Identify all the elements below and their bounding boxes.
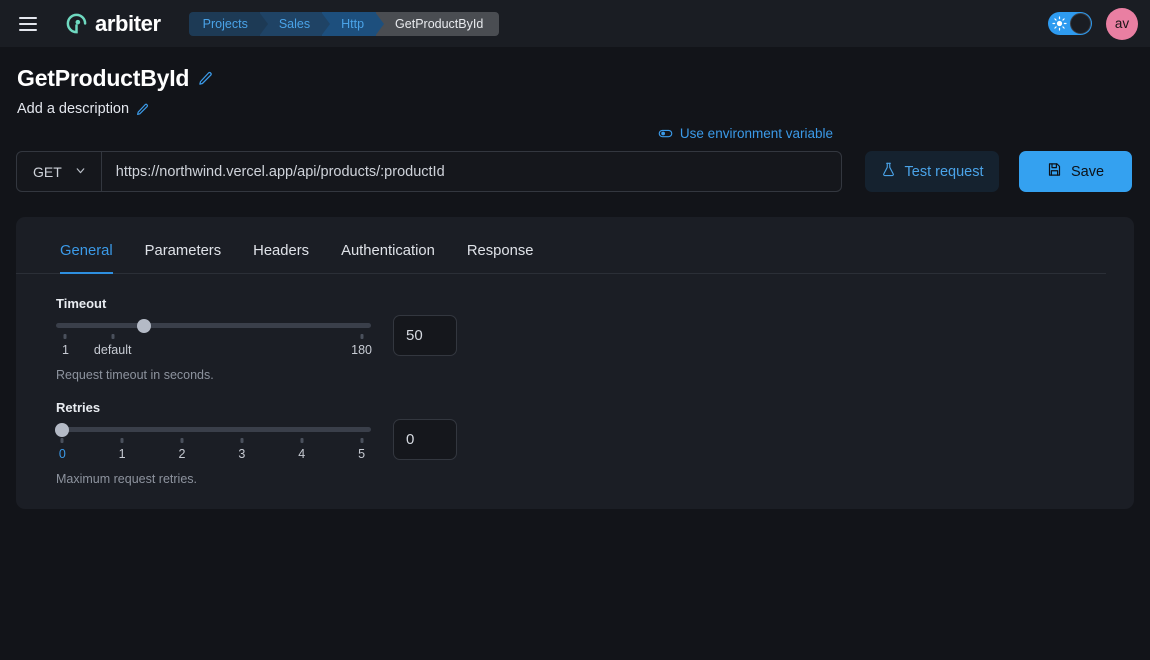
floppy-disk-icon [1047, 162, 1062, 181]
url-input-group: GET [16, 151, 842, 192]
edit-description-pencil-icon[interactable] [136, 103, 149, 116]
retries-tick-mark [360, 438, 364, 443]
tab-parameters[interactable]: Parameters [145, 217, 221, 274]
edit-title-pencil-icon[interactable] [198, 71, 213, 86]
timeout-tick-mark [63, 334, 67, 339]
request-url-row: GET Test request Save [0, 151, 1150, 192]
retries-tick-5: 5 [358, 447, 366, 461]
description-placeholder[interactable]: Add a description [17, 101, 129, 117]
theme-toggle-switch[interactable] [1048, 12, 1092, 35]
timeout-slider-thumb[interactable] [137, 318, 152, 333]
settings-tabs: General Parameters Headers Authenticatio… [16, 217, 1106, 274]
timeout-label: Timeout [56, 296, 107, 311]
hamburger-line [19, 16, 37, 19]
retries-tick-mark [180, 438, 184, 443]
arbiter-logo-icon [66, 13, 87, 34]
http-method-value: GET [33, 163, 62, 180]
test-request-button[interactable]: Test request [865, 151, 999, 192]
page-title: GetProductById [17, 65, 190, 91]
breadcrumb: Projects Sales Http GetProductById [188, 11, 500, 36]
breadcrumb-item-current: GetProductById [376, 11, 500, 36]
retries-tick-mark [240, 438, 244, 443]
retries-tick-2: 2 [178, 447, 186, 461]
retries-value-input[interactable] [393, 419, 457, 460]
retries-slider-thumb[interactable] [55, 422, 70, 437]
request-url-input[interactable] [101, 152, 841, 191]
timeout-tick-min: 1 [61, 343, 69, 357]
retries-label: Retries [56, 400, 101, 415]
use-environment-variable-button[interactable]: Use environment variable [658, 126, 1129, 141]
timeout-tick-labels: 1 default 180 [56, 343, 372, 359]
chevron-down-icon [74, 164, 87, 180]
timeout-section: Timeout 1 default 180 Request timeout in… [16, 274, 1134, 382]
save-button[interactable]: Save [1019, 151, 1132, 192]
retries-helper-text: Maximum request retries. [56, 472, 198, 486]
retries-tick-mark [120, 438, 124, 443]
title-row: GetProductById [17, 65, 1150, 92]
breadcrumb-item-sales[interactable]: Sales [259, 11, 331, 36]
tab-general[interactable]: General [60, 217, 113, 274]
top-header-bar: arbiter Projects Sales Http GetProductBy… [0, 0, 1150, 47]
retries-section: Retries 0 1 2 3 4 5 Maximum request retr… [16, 382, 1134, 486]
timeout-tick-mark [360, 334, 364, 339]
flask-icon [881, 162, 896, 181]
hamburger-line [19, 22, 37, 25]
brand-logo[interactable]: arbiter [65, 11, 161, 37]
retries-tick-labels: 0 1 2 3 4 5 [56, 447, 371, 463]
retries-slider[interactable]: 0 1 2 3 4 5 [55, 422, 371, 463]
description-row: Add a description [17, 101, 1150, 117]
user-avatar[interactable]: av [1106, 7, 1138, 40]
timeout-tick-default: default [93, 343, 132, 357]
retries-tick-3: 3 [238, 447, 246, 461]
retries-tick-mark [60, 438, 64, 443]
http-method-select[interactable]: GET [17, 152, 102, 191]
timeout-control-row: 1 default 180 Request timeout in seconds… [56, 315, 1134, 382]
retries-tick-0: 0 [58, 447, 66, 461]
retries-tick-mark [300, 438, 304, 443]
breadcrumb-item-http[interactable]: Http [322, 11, 384, 36]
timeout-value-input[interactable] [393, 315, 457, 356]
timeout-helper-text: Request timeout in seconds. [56, 368, 214, 382]
tab-headers[interactable]: Headers [253, 217, 309, 274]
hamburger-line [19, 28, 37, 31]
retries-tick-4: 4 [298, 447, 306, 461]
request-settings-card: General Parameters Headers Authenticatio… [16, 217, 1134, 509]
header-actions: av [1048, 7, 1138, 40]
env-variable-label: Use environment variable [679, 126, 833, 141]
retries-tick-1: 1 [118, 447, 126, 461]
breadcrumb-item-projects[interactable]: Projects [188, 11, 269, 36]
env-variable-row: Use environment variable [0, 126, 1150, 141]
hamburger-menu-icon[interactable] [14, 10, 42, 38]
test-request-label: Test request [904, 163, 984, 180]
timeout-slider[interactable]: 1 default 180 [56, 318, 372, 359]
page-header-block: GetProductById Add a description [0, 47, 1150, 117]
retries-control-row: 0 1 2 3 4 5 Maximum request retries. [55, 419, 1134, 486]
toggle-knob [1070, 13, 1091, 34]
retries-slider-track[interactable] [55, 422, 371, 443]
save-label: Save [1070, 163, 1105, 180]
timeout-tick-mark [111, 334, 115, 339]
tab-authentication[interactable]: Authentication [341, 217, 435, 274]
brand-name: arbiter [95, 10, 161, 36]
timeout-slider-track[interactable] [56, 318, 371, 339]
toggle-icon [658, 129, 673, 138]
tab-response[interactable]: Response [467, 217, 534, 274]
timeout-tick-max: 180 [351, 343, 372, 357]
sun-icon [1052, 16, 1067, 31]
